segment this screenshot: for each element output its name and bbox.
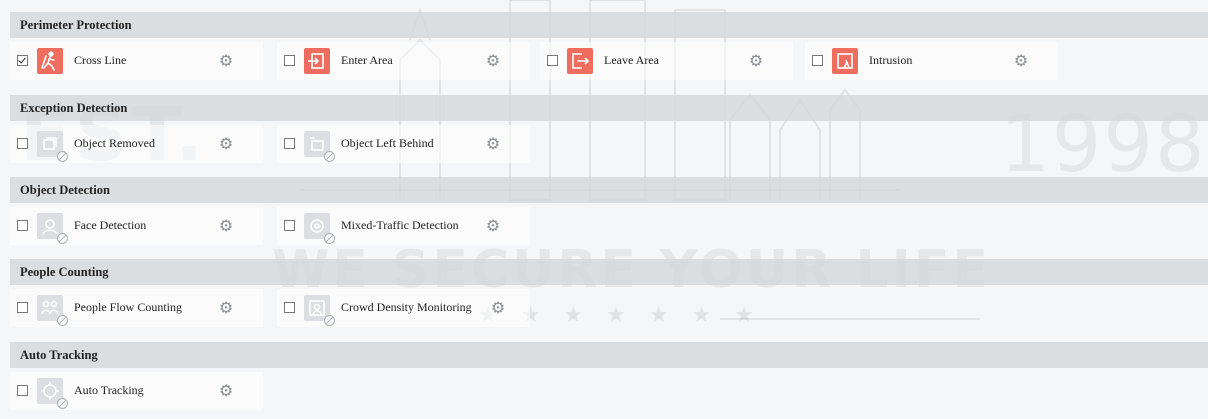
rule-label: Face Detection (74, 218, 147, 232)
section-row: Face Detection ⚙ Mixed-Traffic Detection… (10, 203, 1208, 253)
object-left-behind-checkbox[interactable] (284, 138, 295, 149)
disabled-icon (57, 151, 68, 162)
rule-card-people-flow-counting[interactable]: People Flow Counting ⚙ (10, 289, 263, 327)
face-detection-icon (37, 213, 68, 244)
disabled-icon (324, 315, 335, 326)
object-left-behind-icon (304, 131, 335, 162)
section-row: Auto Tracking ⚙ (10, 368, 1208, 418)
rule-label: Mixed-Traffic Detection (341, 218, 459, 232)
gear-icon[interactable]: ⚙ (490, 300, 506, 316)
face-detection-checkbox[interactable] (17, 220, 28, 231)
section-exception-detection: Exception Detection Object Removed ⚙ Obj… (10, 95, 1208, 171)
rule-label: Enter Area (341, 53, 393, 67)
gear-icon[interactable]: ⚙ (1013, 53, 1029, 69)
object-removed-icon (37, 131, 68, 162)
disabled-icon (324, 151, 335, 162)
rule-label: Cross Line (74, 53, 127, 67)
rule-label: Auto Tracking (74, 383, 144, 397)
intrusion-checkbox[interactable] (812, 55, 823, 66)
crowd-density-monitoring-checkbox[interactable] (284, 302, 295, 313)
rule-label: Object Removed (74, 136, 155, 150)
section-title: Exception Detection (10, 95, 1208, 121)
rule-label: People Flow Counting (74, 300, 183, 314)
gear-icon[interactable]: ⚙ (218, 136, 234, 152)
gear-icon[interactable]: ⚙ (218, 383, 234, 399)
rule-label: Leave Area (604, 53, 659, 67)
gear-icon[interactable]: ⚙ (218, 300, 234, 316)
rule-card-cross-line[interactable]: Cross Line ⚙ (10, 42, 263, 80)
rule-label: Intrusion (869, 53, 913, 67)
section-people-counting: People Counting People Flow Counting ⚙ C… (10, 259, 1208, 335)
enter-area-checkbox[interactable] (284, 55, 295, 66)
section-auto-tracking: Auto Tracking Auto Tracking ⚙ (10, 342, 1208, 418)
section-title: Object Detection (10, 177, 1208, 203)
section-perimeter-protection: Perimeter Protection Cross Line ⚙ Enter … (10, 12, 1208, 88)
object-removed-checkbox[interactable] (17, 138, 28, 149)
disabled-icon (57, 398, 68, 409)
disabled-icon (57, 315, 68, 326)
auto-tracking-icon (37, 378, 68, 409)
intrusion-icon (832, 48, 858, 74)
crowd-density-icon (304, 295, 335, 326)
gear-icon[interactable]: ⚙ (218, 218, 234, 234)
rule-label: Object Left Behind (341, 136, 434, 150)
rule-card-object-left-behind[interactable]: Object Left Behind ⚙ (277, 125, 530, 163)
gear-icon[interactable]: ⚙ (485, 53, 501, 69)
leave-area-checkbox[interactable] (547, 55, 558, 66)
mixed-traffic-icon (304, 213, 335, 244)
disabled-icon (57, 233, 68, 244)
rule-card-face-detection[interactable]: Face Detection ⚙ (10, 207, 263, 245)
auto-tracking-checkbox[interactable] (17, 385, 28, 396)
rule-card-mixed-traffic-detection[interactable]: Mixed-Traffic Detection ⚙ (277, 207, 530, 245)
rule-card-enter-area[interactable]: Enter Area ⚙ (277, 42, 530, 80)
people-flow-counting-checkbox[interactable] (17, 302, 28, 313)
enter-area-icon (304, 48, 330, 74)
section-object-detection: Object Detection Face Detection ⚙ Mixed-… (10, 177, 1208, 253)
rule-card-leave-area[interactable]: Leave Area ⚙ (540, 42, 793, 80)
gear-icon[interactable]: ⚙ (485, 136, 501, 152)
rule-card-intrusion[interactable]: Intrusion ⚙ (805, 42, 1058, 80)
rule-card-object-removed[interactable]: Object Removed ⚙ (10, 125, 263, 163)
section-row: Cross Line ⚙ Enter Area ⚙ Leave Area ⚙ I… (10, 38, 1208, 88)
section-title: People Counting (10, 259, 1208, 285)
section-row: People Flow Counting ⚙ Crowd Density Mon… (10, 285, 1208, 335)
cross-line-icon (37, 48, 63, 74)
disabled-icon (324, 233, 335, 244)
section-title: Auto Tracking (10, 342, 1208, 368)
leave-area-icon (567, 48, 593, 74)
section-row: Object Removed ⚙ Object Left Behind ⚙ (10, 121, 1208, 171)
gear-icon[interactable]: ⚙ (748, 53, 764, 69)
mixed-traffic-detection-checkbox[interactable] (284, 220, 295, 231)
section-title: Perimeter Protection (10, 12, 1208, 38)
rule-label: Crowd Density Monitoring (341, 300, 472, 314)
people-flow-icon (37, 295, 68, 326)
rule-card-auto-tracking[interactable]: Auto Tracking ⚙ (10, 372, 263, 410)
cross-line-checkbox[interactable] (17, 55, 28, 66)
rule-card-crowd-density-monitoring[interactable]: Crowd Density Monitoring ⚙ (277, 289, 530, 327)
gear-icon[interactable]: ⚙ (485, 218, 501, 234)
gear-icon[interactable]: ⚙ (218, 53, 234, 69)
